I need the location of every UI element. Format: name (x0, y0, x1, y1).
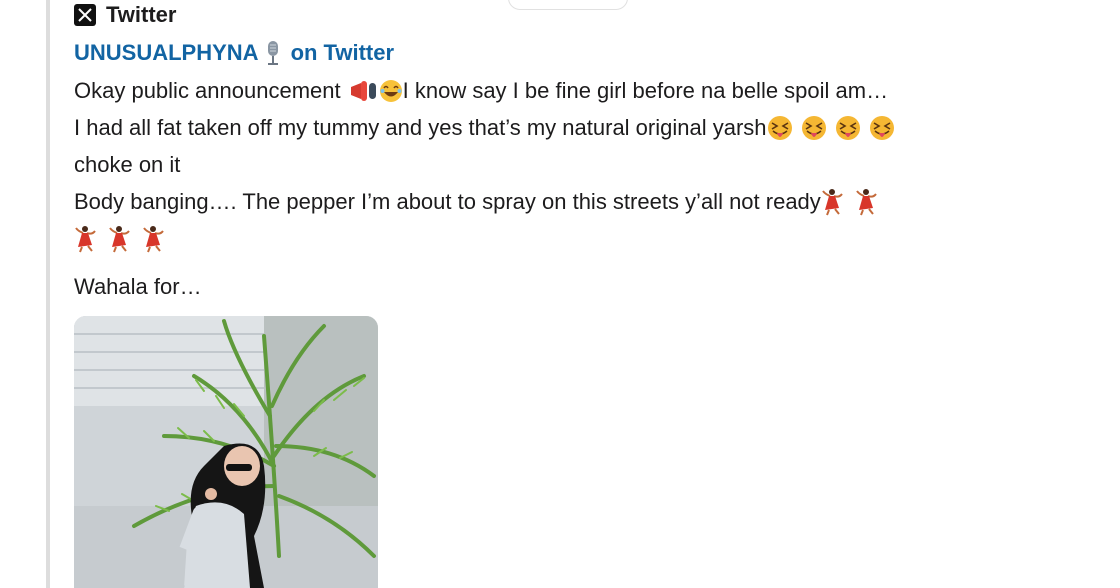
service-name: Twitter (106, 2, 177, 27)
dancer-icon (74, 225, 98, 253)
post-line-2-text: I had all fat taken off my tummy and yes… (74, 115, 767, 140)
dancer-icon (821, 188, 845, 216)
post-line-4-text: Body banging…. The pepper I’m about to s… (74, 189, 821, 214)
top-pill-control[interactable] (508, 0, 628, 10)
squinting-tongue-face-icon (767, 115, 793, 141)
unfurl-service-header: Twitter (74, 2, 176, 28)
post-line-1: Okay public announcement I know say I be… (74, 72, 1054, 109)
quote-border (46, 0, 50, 588)
squinting-tongue-face-icon (835, 115, 861, 141)
squinting-tongue-face-icon (801, 115, 827, 141)
squinting-tongue-face-icon (869, 115, 895, 141)
on-twitter-link[interactable]: on Twitter (291, 40, 394, 66)
post-image[interactable] (74, 316, 378, 588)
post-line-4: Body banging…. The pepper I’m about to s… (74, 183, 1054, 220)
laughing-face-icon (379, 79, 403, 103)
post-line-6: Wahala for… (74, 274, 202, 299)
microphone-icon (265, 40, 281, 66)
author-line: UNUSUALPHYNA on Twitter (74, 38, 394, 68)
x-logo-icon (74, 4, 96, 26)
dancer-icon (108, 225, 132, 253)
post-line-5 (74, 220, 1054, 257)
megaphone-icon (349, 78, 379, 104)
author-name-link[interactable]: UNUSUALPHYNA (74, 40, 259, 66)
post-line-1-end: I know say I be fine girl before na bell… (402, 78, 889, 103)
post-line-1-start: Okay public announcement (74, 78, 341, 103)
post-line-2: I had all fat taken off my tummy and yes… (74, 109, 1054, 146)
post-text: Okay public announcement I know say I be… (74, 72, 1054, 257)
post-line-3-text: choke on it (74, 152, 181, 177)
dancer-icon (142, 225, 166, 253)
post-line-3: choke on it (74, 146, 1054, 183)
dancer-icon (855, 188, 879, 216)
